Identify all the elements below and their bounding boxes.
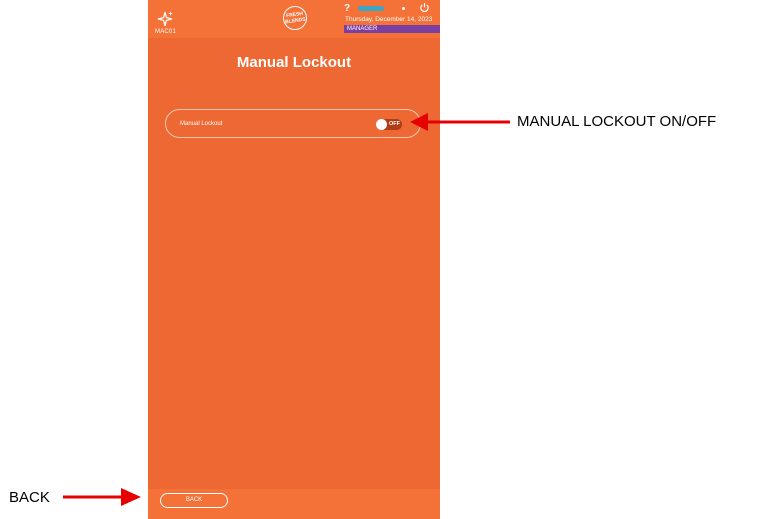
role-badge: MANAGER xyxy=(344,25,440,33)
bottom-bar: BACK xyxy=(148,489,440,519)
back-callout-label: BACK xyxy=(9,489,50,506)
device-id: MAC01 xyxy=(155,29,177,35)
manual-lockout-toggle[interactable]: OFF xyxy=(376,119,402,130)
top-bar: MAC01 FRESH BLENDS ? Thursday, December … xyxy=(148,0,440,38)
toggle-callout-arrow xyxy=(410,113,510,131)
toggle-callout-label: MANUAL LOCKOUT ON/OFF xyxy=(517,113,717,130)
sparkle-icon[interactable] xyxy=(156,10,174,28)
power-icon[interactable] xyxy=(419,2,430,13)
toggle-knob xyxy=(376,119,387,130)
help-icon[interactable]: ? xyxy=(344,3,350,14)
toggle-state-label: OFF xyxy=(389,121,400,127)
manual-lockout-setting: Manual Lockout OFF xyxy=(165,109,421,138)
role-label: MANAGER xyxy=(347,26,378,32)
page-title: Manual Lockout xyxy=(236,54,352,71)
status-indicator xyxy=(358,6,384,11)
manual-lockout-label: Manual Lockout xyxy=(180,121,223,127)
current-date: Thursday, December 14, 2023 xyxy=(345,16,433,23)
back-callout-arrow xyxy=(63,488,141,506)
back-button[interactable]: BACK xyxy=(160,493,228,508)
device-screen: MAC01 FRESH BLENDS ? Thursday, December … xyxy=(148,0,440,519)
dot-icon xyxy=(402,7,405,10)
brand-logo: FRESH BLENDS xyxy=(281,4,309,32)
